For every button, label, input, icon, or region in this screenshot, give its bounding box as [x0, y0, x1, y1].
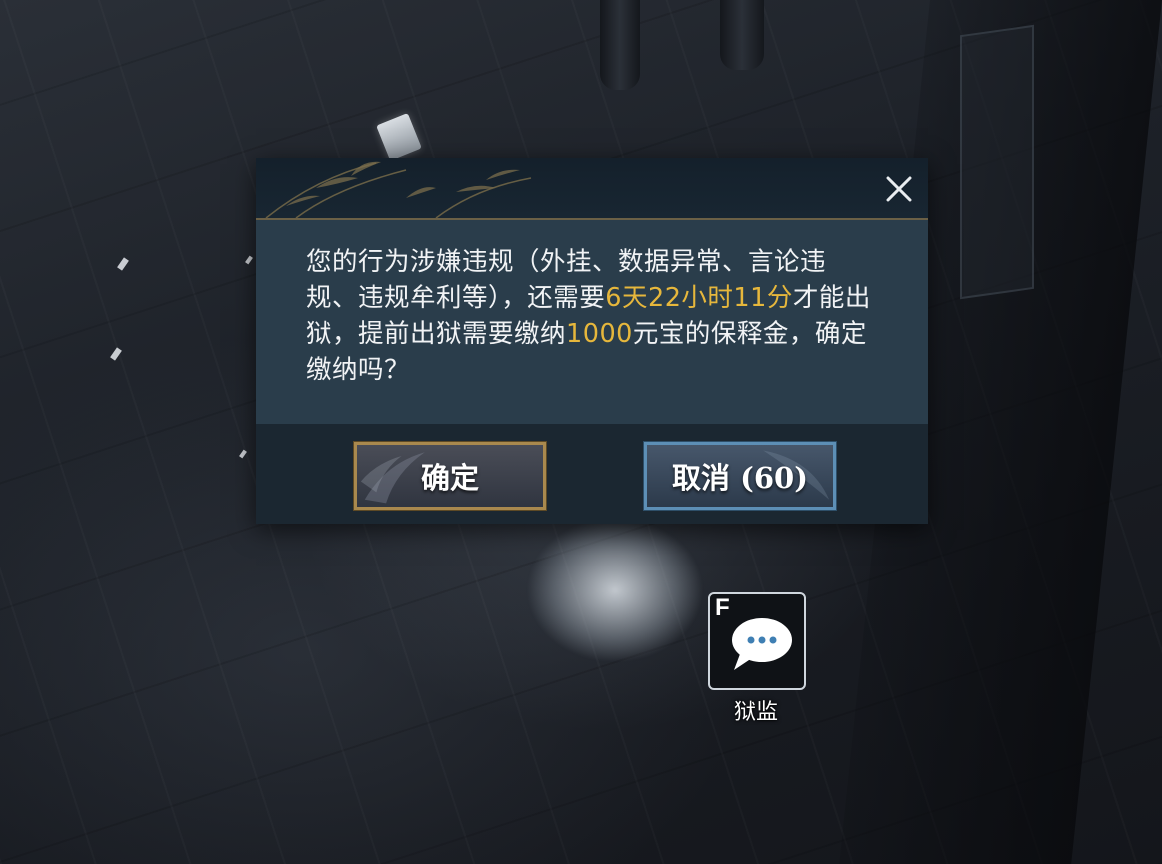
- cancel-button[interactable]: 取消 (60): [643, 441, 837, 511]
- bamboo-ornament-icon: [265, 161, 532, 218]
- pillar-post: [720, 0, 764, 70]
- remaining-time: 6天22小时11分: [605, 283, 793, 313]
- chat-bubble-icon: [732, 618, 792, 670]
- wall-panel: [960, 24, 1034, 300]
- pillar-post: [600, 0, 640, 90]
- confirm-button-label: 确定: [420, 461, 479, 495]
- dialog-footer: 确定 取消 (60): [256, 424, 928, 524]
- cancel-button-label: 取消 (60): [672, 461, 808, 495]
- dialog-body: 您的行为涉嫌违规（外挂、数据异常、言论违规、违规牟利等），还需要6天22小时11…: [256, 220, 928, 424]
- bail-dialog: 您的行为涉嫌违规（外挂、数据异常、言论违规、违规牟利等），还需要6天22小时11…: [256, 158, 928, 524]
- npc-talk-button[interactable]: F: [708, 592, 806, 690]
- bail-amount: 1000: [566, 319, 633, 349]
- npc-name-label: 狱监: [733, 700, 778, 725]
- dialog-message: 您的行为涉嫌违规（外挂、数据异常、言论违规、违规牟利等），还需要6天22小时11…: [306, 244, 876, 388]
- confirm-button[interactable]: 确定: [353, 441, 547, 511]
- player-character: [505, 520, 735, 710]
- close-icon[interactable]: [882, 172, 916, 206]
- dialog-header: [256, 158, 928, 220]
